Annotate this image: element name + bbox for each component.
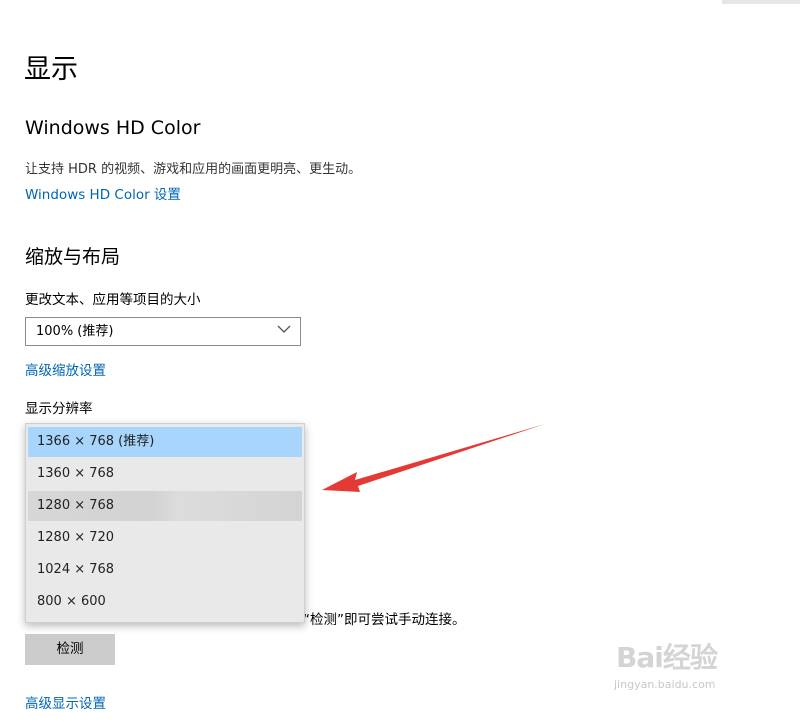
advanced-scaling-link[interactable]: 高级缩放设置 (25, 361, 106, 381)
hd-color-description: 让支持 HDR 的视频、游戏和应用的画面更明亮、更生动。 (25, 162, 362, 177)
text-size-label: 更改文本、应用等项目的大小 (25, 292, 201, 308)
scale-dropdown-value: 100% (推荐) (36, 324, 114, 339)
resolution-option[interactable]: 1280 × 720 (28, 523, 302, 553)
detect-button[interactable]: 检测 (25, 634, 115, 665)
page-title: 显示 (24, 54, 78, 85)
resolution-option[interactable]: 1366 × 768 (推荐) (28, 427, 302, 457)
resolution-option[interactable]: 1024 × 768 (28, 555, 302, 585)
window-edge (722, 0, 800, 4)
scale-layout-title: 缩放与布局 (25, 246, 121, 268)
chevron-down-icon (277, 325, 291, 333)
resolution-option[interactable]: 800 × 600 (28, 587, 302, 617)
scale-dropdown[interactable]: 100% (推荐) (25, 317, 301, 346)
resolution-label: 显示分辨率 (25, 401, 93, 417)
watermark: Bai经验 jingyan.baidu.com (612, 636, 762, 698)
advanced-display-link[interactable]: 高级显示设置 (25, 694, 106, 714)
multi-display-hint: “检测”即可尝试手动连接。 (303, 612, 466, 628)
hd-color-title: Windows HD Color (25, 117, 201, 139)
watermark-brand: Bai经验 (616, 641, 718, 674)
resolution-dropdown-list[interactable]: 1366 × 768 (推荐) 1360 × 768 1280 × 768 12… (25, 423, 305, 623)
resolution-option[interactable]: 1280 × 768 (28, 491, 302, 521)
hd-color-settings-link[interactable]: Windows HD Color 设置 (25, 185, 181, 205)
watermark-url: jingyan.baidu.com (614, 678, 716, 691)
resolution-option[interactable]: 1360 × 768 (28, 459, 302, 489)
